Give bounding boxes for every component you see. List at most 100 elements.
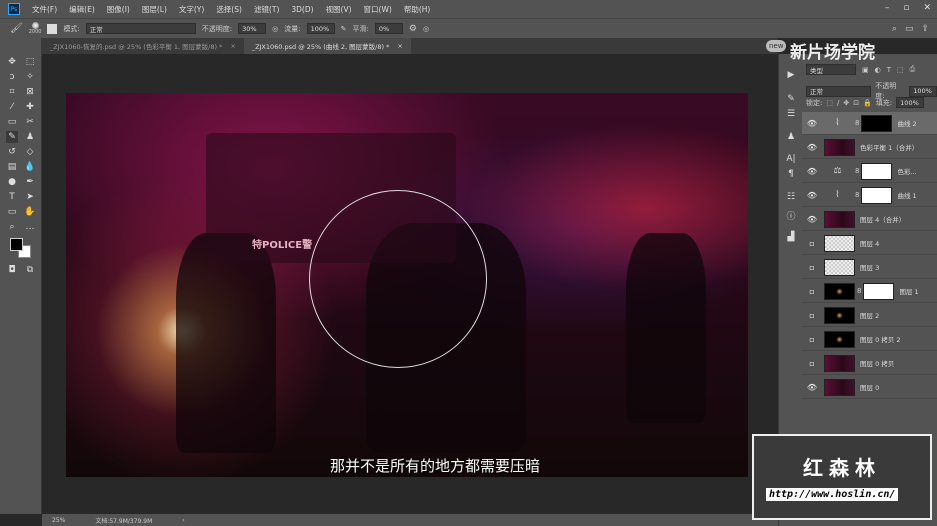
layer-mask-thumbnail[interactable] (863, 282, 895, 300)
visibility-toggle[interactable]: ▫ (802, 287, 822, 296)
layer-mask-thumbnail[interactable] (861, 114, 893, 132)
close-tab-icon[interactable]: × (230, 42, 235, 50)
filter-shape-icon[interactable]: ⬚ (897, 66, 904, 74)
menu-item[interactable]: 文件(F) (32, 4, 57, 15)
crop-tool-icon[interactable]: ⌗ (6, 86, 18, 98)
eye-icon[interactable]: 👁 (802, 215, 822, 224)
dodge-icon[interactable]: ● (6, 176, 18, 188)
brush-settings-icon[interactable] (47, 23, 58, 34)
visibility-toggle[interactable]: ▫ (802, 359, 822, 368)
menu-item[interactable]: 滤镜(T) (254, 4, 279, 15)
layer-row[interactable]: 👁 ⌇ 8 曲线 2 (802, 112, 937, 135)
gradient-icon[interactable]: ▤ (6, 161, 18, 173)
layer-mask-thumbnail[interactable] (861, 162, 893, 180)
close-button[interactable]: ✕ (923, 3, 931, 13)
layer-row[interactable]: ▫ 图层 0 拷贝 2 (802, 328, 937, 351)
lock-paint-icon[interactable]: / (837, 99, 839, 107)
histogram-icon[interactable]: ▟ (785, 232, 797, 242)
menu-item[interactable]: 图像(I) (107, 4, 130, 15)
airbrush-icon[interactable]: ✎ (341, 25, 347, 33)
layer-fill-field[interactable]: 100% (896, 97, 925, 108)
more-tools-icon[interactable]: … (24, 221, 36, 233)
eyedropper-icon[interactable]: ⁄ (6, 101, 18, 113)
lasso-tool-icon[interactable]: ↄ (6, 71, 18, 83)
smooth-field[interactable]: 0% (374, 23, 403, 34)
zoom-tool-icon[interactable]: ⌕ (6, 221, 18, 233)
magic-wand-icon[interactable]: ✧ (24, 71, 36, 83)
tab-document-1[interactable]: _ZJX1060-恢复的.psd @ 25% (色彩平衡 1, 图层蒙版/8) … (42, 38, 244, 54)
screen-mode-icon[interactable]: ⧉ (24, 264, 36, 276)
lock-pixels-icon[interactable]: ⬚ (826, 99, 833, 107)
marquee-tool-icon[interactable]: ⬚ (24, 56, 36, 68)
clone-source-icon[interactable]: ♟ (785, 132, 797, 142)
menu-item[interactable]: 文字(Y) (179, 4, 204, 15)
layer-row[interactable]: ▫ 8 图层 1 (802, 280, 937, 303)
share-icon[interactable]: ⇪ (921, 24, 929, 34)
lock-artboard-icon[interactable]: ⊡ (853, 99, 859, 107)
zoom-level[interactable]: 25% (52, 517, 65, 524)
pressure-opacity-icon[interactable]: ◎ (272, 25, 278, 33)
hand-tool-icon[interactable]: ✋ (24, 206, 36, 218)
foreground-color-swatch[interactable] (10, 238, 23, 251)
layer-row[interactable]: ▫ 图层 0 拷贝 (802, 352, 937, 375)
menu-item[interactable]: 编辑(E) (69, 4, 95, 15)
menu-item[interactable]: 选择(S) (216, 4, 242, 15)
close-tab-icon[interactable]: × (397, 42, 402, 50)
quick-mask-icon[interactable]: ◘ (6, 264, 18, 276)
eye-icon[interactable]: 👁 (802, 191, 822, 200)
search-icon[interactable]: ⌕ (892, 24, 897, 34)
gear-icon[interactable]: ⚙ (409, 24, 417, 34)
filter-adjustment-icon[interactable]: ◐ (875, 66, 881, 74)
brush-preset-picker[interactable]: 2000 (29, 22, 41, 35)
layer-row[interactable]: ▫ 图层 3 (802, 256, 937, 279)
character-panel-icon[interactable]: A| (785, 154, 797, 164)
workspace-icon[interactable]: ▭ (905, 24, 914, 34)
layer-row[interactable]: 👁 色彩平衡 1（合并） (802, 136, 937, 159)
move-tool-icon[interactable]: ✥ (6, 56, 18, 68)
visibility-toggle[interactable]: ▫ (802, 263, 822, 272)
lock-all-icon[interactable]: 🔒 (863, 99, 872, 107)
properties-icon[interactable]: ☷ (785, 192, 797, 202)
redeye-icon[interactable]: ✂ (24, 116, 36, 128)
visibility-toggle[interactable]: ▫ (802, 239, 822, 248)
blur-tool-icon[interactable]: 💧 (24, 161, 36, 173)
blend-mode-select[interactable]: 正常 (806, 85, 872, 97)
filter-smart-icon[interactable]: ⎙ (910, 65, 916, 74)
eye-icon[interactable]: 👁 (802, 119, 822, 128)
maximize-button[interactable]: ▫ (903, 3, 909, 13)
filter-type-icon[interactable]: T (887, 66, 891, 74)
menu-item[interactable]: 帮助(H) (404, 4, 431, 15)
layer-mask-thumbnail[interactable] (861, 186, 893, 204)
info-icon[interactable]: ⓘ (785, 209, 797, 222)
lock-position-icon[interactable]: ✥ (843, 99, 849, 107)
layer-opacity-field[interactable]: 100% (909, 85, 937, 97)
paragraph-panel-icon[interactable]: ¶ (785, 169, 797, 179)
type-tool-icon[interactable]: T (6, 191, 18, 203)
brush-panel-icon[interactable]: ✎ (785, 94, 797, 104)
menu-item[interactable]: 视图(V) (326, 4, 352, 15)
minimize-button[interactable]: – (885, 3, 890, 13)
layer-row[interactable]: 👁 图层 4（合并） (802, 208, 937, 231)
flow-field[interactable]: 100% (306, 23, 335, 34)
pressure-size-icon[interactable]: ◎ (423, 25, 429, 33)
frame-tool-icon[interactable]: ⊠ (24, 86, 36, 98)
visibility-toggle[interactable]: ▫ (802, 311, 822, 320)
brush-settings-panel-icon[interactable]: ☰ (785, 109, 797, 119)
layer-row[interactable]: 👁 图层 0 (802, 376, 937, 399)
eye-icon[interactable]: 👁 (802, 383, 822, 392)
visibility-toggle[interactable]: ▫ (802, 335, 822, 344)
history-brush-icon[interactable]: ↺ (6, 146, 18, 158)
patch-tool-icon[interactable]: ▭ (6, 116, 18, 128)
stamp-tool-icon[interactable]: ♟ (24, 131, 36, 143)
menu-item[interactable]: 图层(L) (142, 4, 167, 15)
eye-icon[interactable]: 👁 (802, 143, 822, 152)
healing-brush-icon[interactable]: ✚ (24, 101, 36, 113)
layer-filter-select[interactable]: 类型 (806, 64, 856, 75)
filter-pixel-icon[interactable]: ▣ (862, 66, 869, 74)
brush-tool-icon[interactable]: ✎ (6, 131, 18, 143)
path-select-icon[interactable]: ➤ (24, 191, 36, 203)
mode-select[interactable]: 正常 (85, 23, 196, 34)
play-icon[interactable]: ▶ (785, 70, 797, 80)
tab-document-2[interactable]: _ZJX1060.psd @ 25% (曲线 2, 图层蒙版/8) * × (243, 38, 411, 54)
eraser-icon[interactable]: ◇ (24, 146, 36, 158)
